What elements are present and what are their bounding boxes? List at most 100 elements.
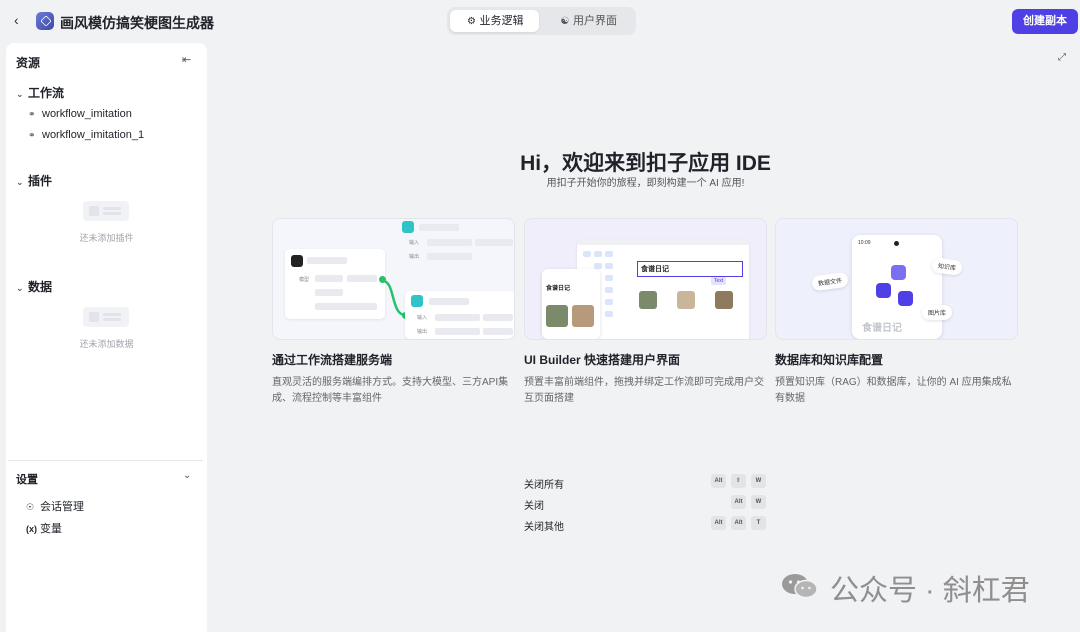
canvas-title: 食谱日记 — [641, 266, 669, 273]
welcome-subtitle: 用扣子开始你的旅程，即刻构建一个 AI 应用! — [546, 178, 745, 189]
chevron-left-icon[interactable]: ‹ — [14, 12, 28, 30]
key-cap: T — [751, 516, 766, 530]
code-node-icon — [411, 295, 423, 307]
shortcut-close-all: 关闭所有 Alt ⇧ W — [524, 474, 767, 491]
workflow-item[interactable]: ⚭ workflow_imitation — [28, 108, 132, 120]
chevron-down-icon: ⌄ — [16, 89, 24, 99]
node-label: 输入 — [409, 240, 420, 246]
shortcut-label: 关闭 — [524, 501, 544, 512]
workflow-item[interactable]: ⚭ workflow_imitation_1 — [28, 129, 144, 141]
chevron-down-icon: ⌄ — [16, 177, 24, 187]
card-title: UI Builder 快速搭建用户界面 — [524, 353, 681, 367]
chat-icon: ☉ — [26, 502, 35, 512]
card-description: 预置丰富前端组件，拖拽并绑定工作流即可完成用户交互页面搭建 — [524, 377, 764, 404]
placeholder-bar — [427, 239, 472, 246]
shortcut-close-others: 关闭其他 Alt Alt T — [524, 516, 767, 533]
tab-business-logic[interactable]: ⚙ 业务逻辑 — [450, 10, 539, 32]
food-thumbnail — [546, 305, 568, 327]
node-icon — [291, 255, 303, 267]
shortcut-label: 关闭其他 — [524, 522, 564, 533]
workflow-icon: ⚭ — [28, 130, 36, 140]
feature-card-database[interactable]: 10:09 食谱日记 数据文件 知识库 图片库 数据库和知识库配置 预置知识库（… — [775, 218, 1018, 407]
component-chip — [594, 251, 602, 257]
resource-sidebar: 资源 ⇤ ⌄ 工作流 ⚭ workflow_imitation ⚭ workflow_… — [6, 43, 207, 632]
feature-card-ui-builder[interactable]: 食谱日记 Text 食谱日记 UI Builder 快速搭建用户界面 预置丰富前… — [524, 218, 767, 407]
data-section-header[interactable]: ⌄ 数据 — [16, 278, 52, 295]
feature-card-workflow[interactable]: 输入 输出 模型 输入 输出 通过工作流搭建服务端 直观灵活的服务端编排方式。支… — [272, 218, 515, 407]
database-illustration: 10:09 食谱日记 数据文件 知识库 图片库 — [775, 218, 1018, 340]
document-icon — [876, 283, 891, 298]
key-cap: Alt — [711, 516, 726, 530]
view-switcher: ⚙ 业务逻辑 ☯ 用户界面 — [447, 7, 636, 35]
placeholder-bar — [483, 328, 513, 335]
phone-time: 10:09 — [858, 240, 871, 246]
selected-text-frame: 食谱日记 — [637, 261, 743, 277]
welcome-title: Hi，欢迎来到扣子应用 IDE — [520, 152, 771, 175]
key-cap: ⇧ — [731, 474, 746, 488]
key-cap: W — [751, 474, 766, 488]
node-label: 模型 — [299, 277, 310, 283]
component-chip — [605, 275, 613, 281]
key-cap: Alt — [711, 474, 726, 488]
code-node: 输入 输出 — [405, 291, 514, 339]
component-chip — [605, 299, 613, 305]
data-file-pill: 数据文件 — [811, 271, 849, 292]
llm-node: 模型 — [285, 249, 385, 319]
component-chip — [605, 287, 613, 293]
collapse-sidebar-icon[interactable]: ⇤ — [182, 53, 191, 66]
placeholder-bar — [435, 328, 480, 335]
component-chip — [583, 251, 591, 257]
create-copy-button[interactable]: 创建副本 — [1012, 9, 1078, 34]
placeholder-bar — [419, 224, 459, 231]
workflow-section-header[interactable]: ⌄ 工作流 — [16, 84, 64, 101]
section-title: 插件 — [28, 174, 53, 188]
placeholder-bar — [483, 314, 513, 321]
phone-title: 食谱日记 — [862, 323, 902, 334]
settings-title: 设置 — [16, 474, 38, 486]
builder-window: 食谱日记 Text — [577, 239, 749, 339]
expand-icon[interactable]: ⤢ — [1058, 52, 1066, 63]
placeholder-bar — [429, 298, 469, 305]
workflow-name: workflow_imitation_1 — [42, 129, 145, 141]
image-library-pill: 图片库 — [922, 305, 953, 320]
node-label: 输出 — [409, 254, 420, 260]
card-description: 直观灵活的服务端编排方式。支持大模型、三方API集成、流程控制等丰富组件 — [272, 377, 509, 404]
food-thumbnail — [677, 291, 695, 309]
tab-label: 用户界面 — [573, 15, 617, 27]
phone-title: 食谱日记 — [546, 286, 571, 292]
placeholder-bar — [435, 314, 480, 321]
sidebar-title: 资源 — [16, 56, 41, 70]
placeholder-bar — [347, 275, 377, 282]
settings-item-label: 会话管理 — [40, 501, 84, 513]
settings-item-variables[interactable]: (x) 变量 — [26, 520, 62, 536]
empty-plugin-text: 还未添加插件 — [79, 233, 134, 243]
plugin-section-header[interactable]: ⌄ 插件 — [16, 172, 52, 189]
workflow-name: workflow_imitation — [42, 108, 132, 120]
camera-dot — [894, 241, 899, 246]
section-title: 工作流 — [28, 86, 65, 100]
empty-illustration — [83, 201, 129, 221]
workflow-illustration: 输入 输出 模型 输入 输出 — [272, 218, 515, 340]
divider — [8, 460, 203, 461]
food-thumbnail — [715, 291, 733, 309]
key-cap: Alt — [731, 516, 746, 530]
section-title: 数据 — [28, 280, 53, 294]
table-icon — [891, 265, 906, 280]
component-chip — [605, 251, 613, 257]
placeholder-bar — [475, 239, 513, 246]
main-panel: ⤢ Hi，欢迎来到扣子应用 IDE 用扣子开始你的旅程，即刻构建一个 AI 应用… — [213, 43, 1078, 632]
card-title: 数据库和知识库配置 — [775, 353, 884, 367]
settings-item-conversation[interactable]: ☉ 会话管理 — [26, 498, 84, 514]
key-cap: W — [751, 495, 766, 509]
ui-builder-illustration: 食谱日记 Text 食谱日记 — [524, 218, 767, 340]
placeholder-bar — [307, 257, 347, 264]
wechat-icon — [782, 574, 818, 599]
chevron-down-icon: ⌄ — [16, 283, 24, 293]
node-label: 输入 — [417, 315, 428, 321]
component-chip — [605, 263, 613, 269]
palette-icon: ☯ — [560, 16, 570, 27]
placeholder-bar — [315, 303, 377, 310]
placeholder-bar — [315, 289, 343, 296]
tab-user-interface[interactable]: ☯ 用户界面 — [543, 10, 633, 32]
chevron-down-icon[interactable]: ⌄ — [183, 470, 191, 481]
